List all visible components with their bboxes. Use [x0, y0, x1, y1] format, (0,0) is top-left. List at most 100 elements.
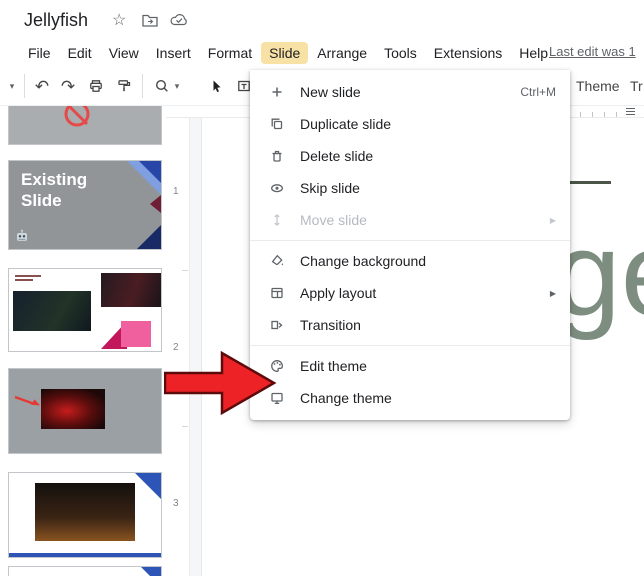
menu-bar: File Edit View Insert Format Slide Arran…	[20, 40, 557, 66]
menu-item-label: Apply layout	[300, 285, 542, 301]
menu-item-transition[interactable]: Transition	[250, 309, 570, 341]
transition-button[interactable]: Tr	[626, 76, 644, 96]
print-button[interactable]	[84, 74, 108, 98]
zoom-caret[interactable]: ▾	[170, 74, 184, 98]
eye-icon	[268, 179, 286, 197]
undo-button[interactable]: ↶	[30, 74, 54, 98]
indent-marker-icon[interactable]	[626, 108, 635, 116]
slide-thumbnail-4[interactable]	[8, 368, 162, 454]
menu-item-shortcut: Ctrl+M	[520, 85, 556, 99]
menu-separator	[250, 240, 570, 241]
slide-image	[13, 291, 91, 331]
plus-icon	[268, 83, 286, 101]
star-icon[interactable]: ☆	[112, 13, 126, 29]
menubar-format[interactable]: Format	[200, 42, 260, 64]
submenu-arrow-icon: ▶	[550, 216, 556, 225]
toolbar-divider	[142, 74, 143, 98]
title-bar: Jellyfish ☆	[0, 0, 644, 40]
menu-item-skip-slide[interactable]: Skip slide	[250, 172, 570, 204]
redo-icon: ↷	[61, 78, 75, 95]
menu-item-label: Move slide	[300, 212, 542, 228]
trash-icon	[268, 147, 286, 165]
move-folder-icon[interactable]	[142, 13, 158, 27]
printer-icon	[88, 78, 104, 94]
menu-item-label: Duplicate slide	[300, 116, 556, 132]
skip-slide-indicator-icon	[57, 104, 97, 134]
tiny-text-line	[15, 275, 41, 277]
duplicate-icon	[268, 115, 286, 133]
menu-item-label: Delete slide	[300, 148, 556, 164]
submenu-arrow-icon: ▶	[550, 289, 556, 298]
vertical-ruler[interactable]: 1 2 3	[166, 118, 190, 576]
undo-icon: ↶	[35, 78, 49, 95]
theme-button[interactable]: Theme	[572, 76, 624, 96]
corner-triangle	[135, 473, 161, 499]
menu-item-label: Transition	[300, 317, 556, 333]
cloud-saved-icon[interactable]	[170, 13, 188, 26]
slide-thumbnail-1[interactable]	[8, 104, 162, 145]
accent-square	[121, 321, 151, 347]
ruler-mark: 1	[173, 186, 179, 197]
accent-strip	[9, 553, 161, 557]
menu-item-edit-theme[interactable]: Edit theme	[250, 350, 570, 382]
small-arrow-annotation-icon	[13, 393, 43, 411]
menubar-tools[interactable]: Tools	[376, 42, 425, 64]
red-arrow-annotation	[164, 348, 278, 418]
corner-triangle	[137, 225, 161, 249]
chevron-down-icon: ▾	[175, 81, 180, 92]
menu-separator	[250, 345, 570, 346]
menu-item-change-background[interactable]: Change background	[250, 245, 570, 277]
menu-item-label: Change background	[300, 253, 556, 269]
corner-triangle	[141, 567, 161, 576]
menubar-extensions[interactable]: Extensions	[426, 42, 510, 64]
transition-icon	[268, 316, 286, 334]
robot-icon	[14, 228, 30, 244]
paint-format-button[interactable]	[112, 74, 136, 98]
document-title[interactable]: Jellyfish	[24, 10, 88, 31]
tiny-text-line	[15, 279, 33, 281]
edge-triangle	[150, 195, 161, 213]
menubar-file[interactable]: File	[20, 42, 59, 64]
paint-roller-icon	[116, 78, 132, 94]
menubar-slide[interactable]: Slide	[261, 42, 308, 64]
cursor-icon	[208, 78, 224, 94]
toolbar-overflow-caret[interactable]: ▾	[0, 74, 24, 98]
menu-item-label: New slide	[300, 84, 520, 100]
concert-image	[35, 483, 135, 541]
menu-item-label: Skip slide	[300, 180, 556, 196]
slide-filmstrip[interactable]: Existing Slide	[0, 104, 166, 576]
menubar-arrange[interactable]: Arrange	[309, 42, 375, 64]
menu-item-new-slide[interactable]: New slide Ctrl+M	[250, 76, 570, 108]
redo-button[interactable]: ↷	[56, 74, 80, 98]
menu-item-move-slide[interactable]: Move slide ▶	[250, 204, 570, 236]
slide-thumbnail-2[interactable]: Existing Slide	[8, 160, 162, 250]
menu-item-apply-layout[interactable]: Apply layout ▶	[250, 277, 570, 309]
slide-thumbnail-5[interactable]	[8, 472, 162, 558]
menu-item-change-theme[interactable]: Change theme	[250, 382, 570, 414]
slide-divider-line	[563, 181, 611, 184]
slide-title-text: Existing Slide	[21, 169, 109, 212]
menubar-view[interactable]: View	[101, 42, 147, 64]
menu-item-label: Change theme	[300, 390, 556, 406]
corner-triangle	[139, 161, 161, 183]
slide-context-menu: New slide Ctrl+M Duplicate slide Delete …	[250, 70, 570, 420]
menu-item-label: Edit theme	[300, 358, 556, 374]
magnifier-icon	[154, 78, 170, 94]
slide-thumbnail-6[interactable]	[8, 566, 162, 576]
move-up-down-icon	[268, 211, 286, 229]
toolbar-divider	[24, 74, 25, 98]
jellyfish-image	[41, 389, 105, 429]
menubar-edit[interactable]: Edit	[60, 42, 100, 64]
menubar-insert[interactable]: Insert	[148, 42, 199, 64]
chevron-down-icon: ▾	[10, 81, 15, 92]
google-slides-app: Jellyfish ☆ File Edit View Insert Format…	[0, 0, 644, 576]
select-tool-button[interactable]	[204, 74, 228, 98]
slide-thumbnail-3[interactable]	[8, 268, 162, 352]
menu-item-duplicate-slide[interactable]: Duplicate slide	[250, 108, 570, 140]
paint-bucket-icon	[268, 252, 286, 270]
menu-item-delete-slide[interactable]: Delete slide	[250, 140, 570, 172]
ruler-mark: 3	[173, 498, 179, 509]
slide-image	[101, 273, 161, 307]
workspace-gutter	[190, 118, 202, 576]
last-edit-link[interactable]: Last edit was 1	[549, 44, 636, 59]
